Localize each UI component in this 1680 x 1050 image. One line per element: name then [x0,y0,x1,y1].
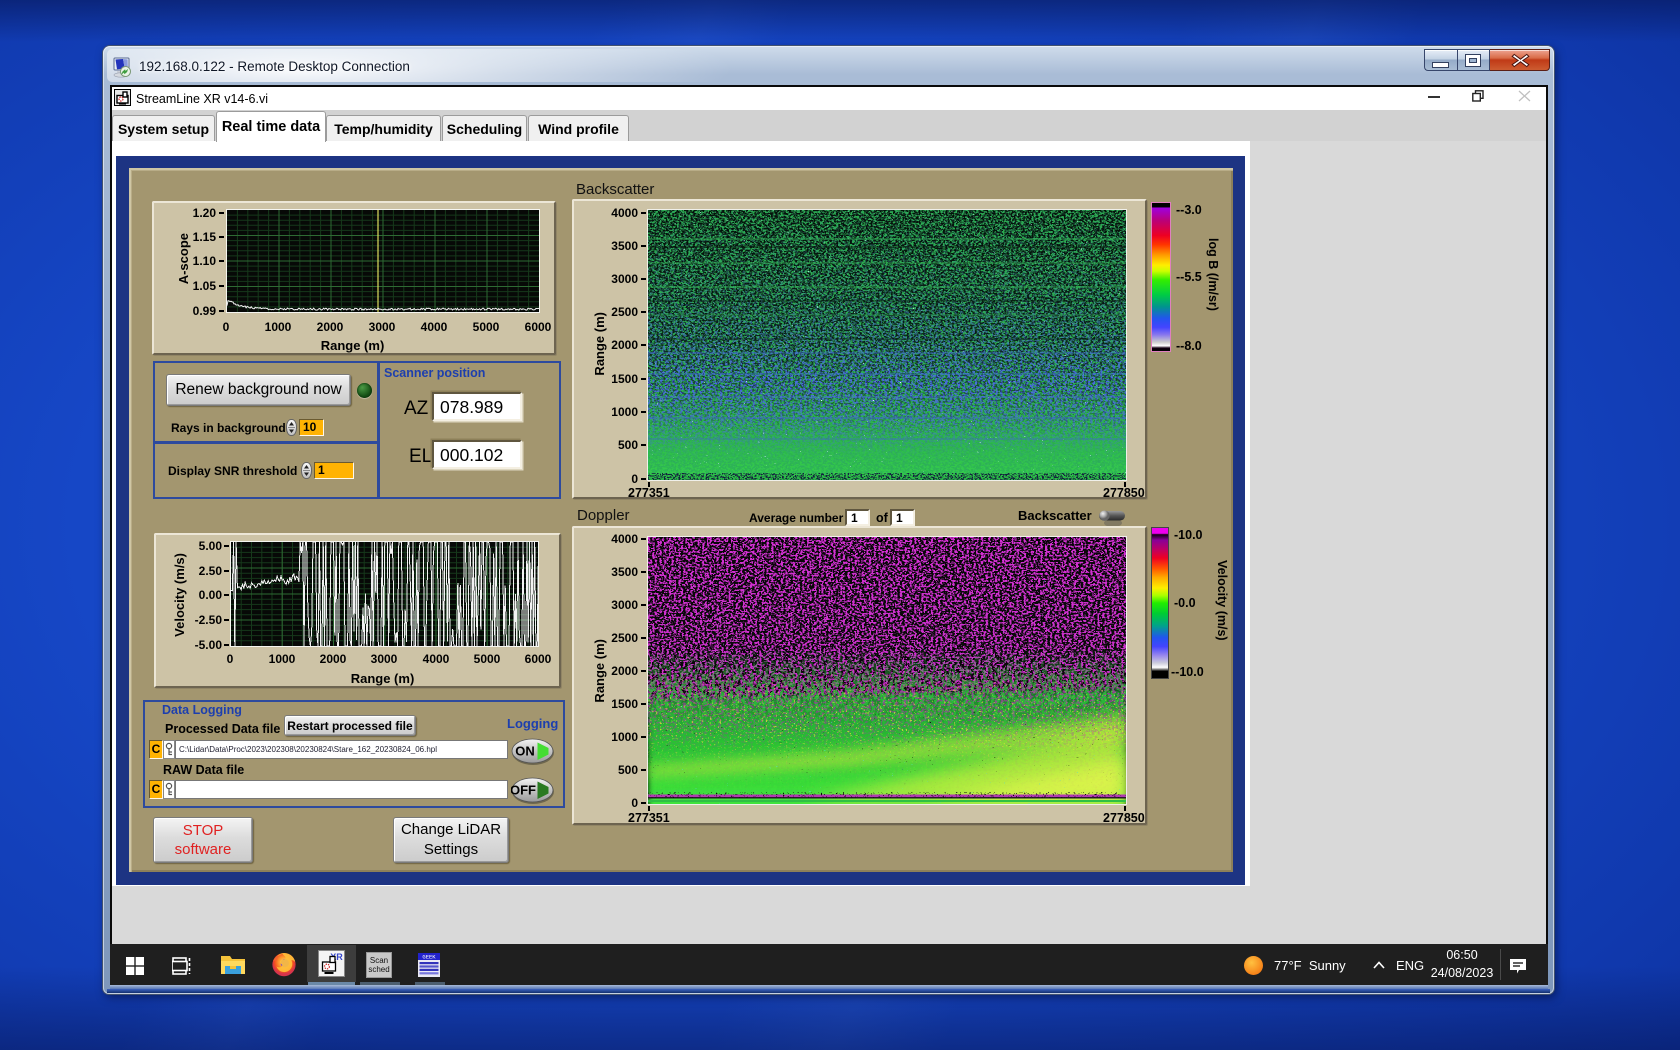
svg-text:ON: ON [515,744,535,759]
svg-text:OFF: OFF [511,783,536,798]
svg-text:GEEK: GEEK [422,954,436,961]
